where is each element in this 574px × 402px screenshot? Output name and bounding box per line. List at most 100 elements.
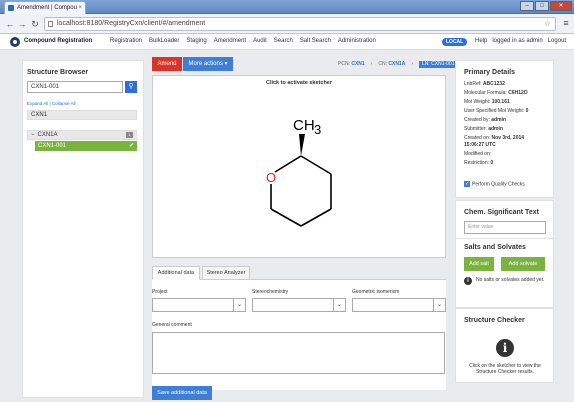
bookmark-star-icon[interactable]: ☆ — [544, 18, 551, 30]
url-input[interactable]: localhost:8180/RegistryCxn/client/#/amen… — [44, 17, 556, 31]
project-select[interactable]: ⌄ — [152, 298, 246, 312]
search-button[interactable]: ⚲ — [125, 81, 137, 93]
crumb-separator-icon: › — [411, 61, 413, 67]
nav-audit[interactable]: Audit — [253, 38, 267, 44]
forward-icon[interactable]: → — [16, 18, 28, 30]
tree-node-cxn1a[interactable]: − CXN1A 1 — [27, 130, 137, 140]
stereo-select[interactable]: ⌄ — [252, 298, 346, 312]
tree-node-label: CXN1A — [37, 132, 58, 138]
detail-row: Submitter: admin — [464, 126, 503, 132]
detail-row: Created by: admin — [464, 117, 506, 123]
structure-browser-title: Structure Browser — [27, 69, 89, 76]
main-nav: Registration BulkLoader Staging Amendmen… — [110, 38, 376, 44]
url-text: localhost:8180/RegistryCxn/client/#/amen… — [57, 20, 206, 27]
node-count-badge: 1 — [126, 132, 133, 138]
structure-checker-panel: Structure Checker i Click on the sketche… — [455, 308, 554, 383]
more-actions-button[interactable]: More actions ▾ — [183, 57, 233, 71]
nav-administration[interactable]: Administration — [338, 38, 376, 44]
user-status: logged in as admin — [492, 38, 543, 44]
expand-collapse-links[interactable]: Expand All | Collapse All — [27, 101, 75, 106]
app-header: Compound Registration Registration BulkL… — [0, 34, 574, 50]
salts-title: Salts and Solvates — [464, 244, 526, 251]
tab-stereo-analyzer[interactable]: Stereo Analyzer — [202, 266, 250, 280]
comment-textarea[interactable] — [152, 332, 445, 374]
save-additional-data-button[interactable]: Save additional data — [152, 386, 212, 400]
geo-label: Geometric isomerism — [352, 289, 400, 295]
crumb-cn[interactable]: CN: CXN1A — [378, 61, 405, 68]
chevron-down-icon: ⌄ — [433, 299, 445, 311]
nav-staging[interactable]: Staging — [186, 38, 206, 44]
info-icon: i — [464, 277, 472, 285]
chevron-down-icon: ⌄ — [233, 299, 245, 311]
window-titlebar: Amendment | Compou × – □ ✕ — [0, 0, 574, 14]
nav-registration[interactable]: Registration — [110, 38, 142, 44]
minimize-button[interactable]: – — [520, 1, 534, 11]
crumb-pcn[interactable]: PCN: CXN1 — [338, 61, 365, 68]
tree-node-selected-label: CXN1-001 — [38, 143, 67, 149]
structure-checker-text: Click on the sketcher to view the Struct… — [469, 363, 541, 375]
checkbox-icon[interactable]: ✓ — [464, 181, 470, 187]
brand-title: Compound Registration — [24, 38, 93, 44]
chevron-down-icon: ⌄ — [333, 299, 345, 311]
wedge-bond — [299, 134, 305, 156]
check-icon: ✔ — [128, 143, 134, 149]
nav-salt-search[interactable]: Salt Search — [300, 38, 331, 44]
comment-label: General comment — [152, 322, 192, 328]
reload-icon[interactable]: ↻ — [29, 18, 41, 30]
close-window-button[interactable]: ✕ — [550, 1, 572, 11]
crumb-separator-icon: › — [370, 61, 373, 67]
salts-panel: Salts and Solvates Add salt Add solvate … — [455, 238, 554, 308]
breadcrumb: PCN: CXN1 › CN: CXN1A › LN: CXN1-001 — [338, 61, 458, 68]
oxygen-atom: O — [266, 170, 276, 185]
chem-text-input[interactable]: Enter value — [464, 221, 546, 234]
back-icon[interactable]: ← — [4, 18, 16, 30]
structure-browser-panel: Structure Browser CXN1-001 ⚲ Expand All … — [22, 60, 144, 398]
tree-node-root[interactable]: CXN1 — [27, 110, 137, 120]
info-icon: i — [496, 339, 514, 357]
ring-bonds — [270, 155, 332, 227]
detail-row: Created on: Nov 3rd, 2014 — [464, 135, 525, 141]
crumb-ln[interactable]: LN: CXN1-001 — [419, 61, 458, 68]
detail-row: Mol Weight: 100.161 — [464, 99, 510, 105]
favicon-icon — [8, 5, 14, 11]
maximize-button[interactable]: □ — [535, 1, 549, 11]
user-nav: Help logged in as admin Logout — [475, 38, 566, 44]
detail-row: 15:06:27 UTC — [464, 142, 496, 148]
tab-additional-data[interactable]: Additional data — [152, 266, 200, 280]
env-badge: LOCAL — [442, 38, 468, 46]
structure-checker-title: Structure Checker — [464, 317, 525, 324]
close-tab-icon[interactable]: × — [78, 2, 82, 14]
quality-checks-checkbox[interactable]: ✓ Perform Quality Checks — [464, 181, 525, 187]
add-solvate-button[interactable]: Add solvate — [501, 257, 545, 271]
methyl-subscript: 3 — [314, 122, 321, 137]
primary-details-panel: Primary Details LnbRef: ABC1232 Molecula… — [455, 60, 554, 198]
browser-tab[interactable]: Amendment | Compou × — [4, 1, 86, 14]
browser-toolbar: ← → ↻ localhost:8180/RegistryCxn/client/… — [0, 14, 574, 34]
logo-icon — [10, 37, 20, 47]
detail-tabs: Additional data Stereo Analyzer — [152, 266, 446, 280]
add-salt-button[interactable]: Add salt — [464, 257, 494, 271]
logout-link[interactable]: Logout — [548, 38, 566, 44]
amend-button[interactable]: Amend — [152, 57, 182, 71]
geo-select[interactable]: ⌄ — [352, 298, 446, 312]
search-icon: ⚲ — [128, 83, 134, 90]
structure-sketcher[interactable]: Click to activate sketcher O CH 3 — [152, 75, 446, 258]
stereo-label: Stereochemistry — [252, 289, 289, 295]
structure-search-input[interactable]: CXN1-001 — [27, 81, 123, 93]
primary-details-title: Primary Details — [464, 69, 515, 76]
nav-amendment[interactable]: Amendment — [214, 38, 246, 44]
molecule-drawing: O CH 3 — [266, 117, 332, 227]
project-label: Project — [152, 289, 168, 295]
nav-bulkloader[interactable]: BulkLoader — [149, 38, 179, 44]
window-controls: – □ ✕ — [520, 1, 572, 12]
browser-menu-icon[interactable]: ≡ — [561, 18, 571, 28]
tab-title: Amendment | Compou — [17, 5, 77, 11]
collapse-icon[interactable]: − — [31, 132, 35, 138]
additional-data-form: Project Stereochemistry Geometric isomer… — [152, 280, 446, 390]
help-link[interactable]: Help — [475, 38, 487, 44]
nav-search[interactable]: Search — [274, 38, 293, 44]
detail-row: Molecular Formula: C6H12O — [464, 90, 528, 96]
tree-node-selected[interactable]: CXN1-001 ✔ — [35, 141, 137, 151]
detail-row: User Specified Mol Weight: 0 — [464, 108, 529, 114]
detail-row: Restriction: 0 — [464, 160, 494, 166]
